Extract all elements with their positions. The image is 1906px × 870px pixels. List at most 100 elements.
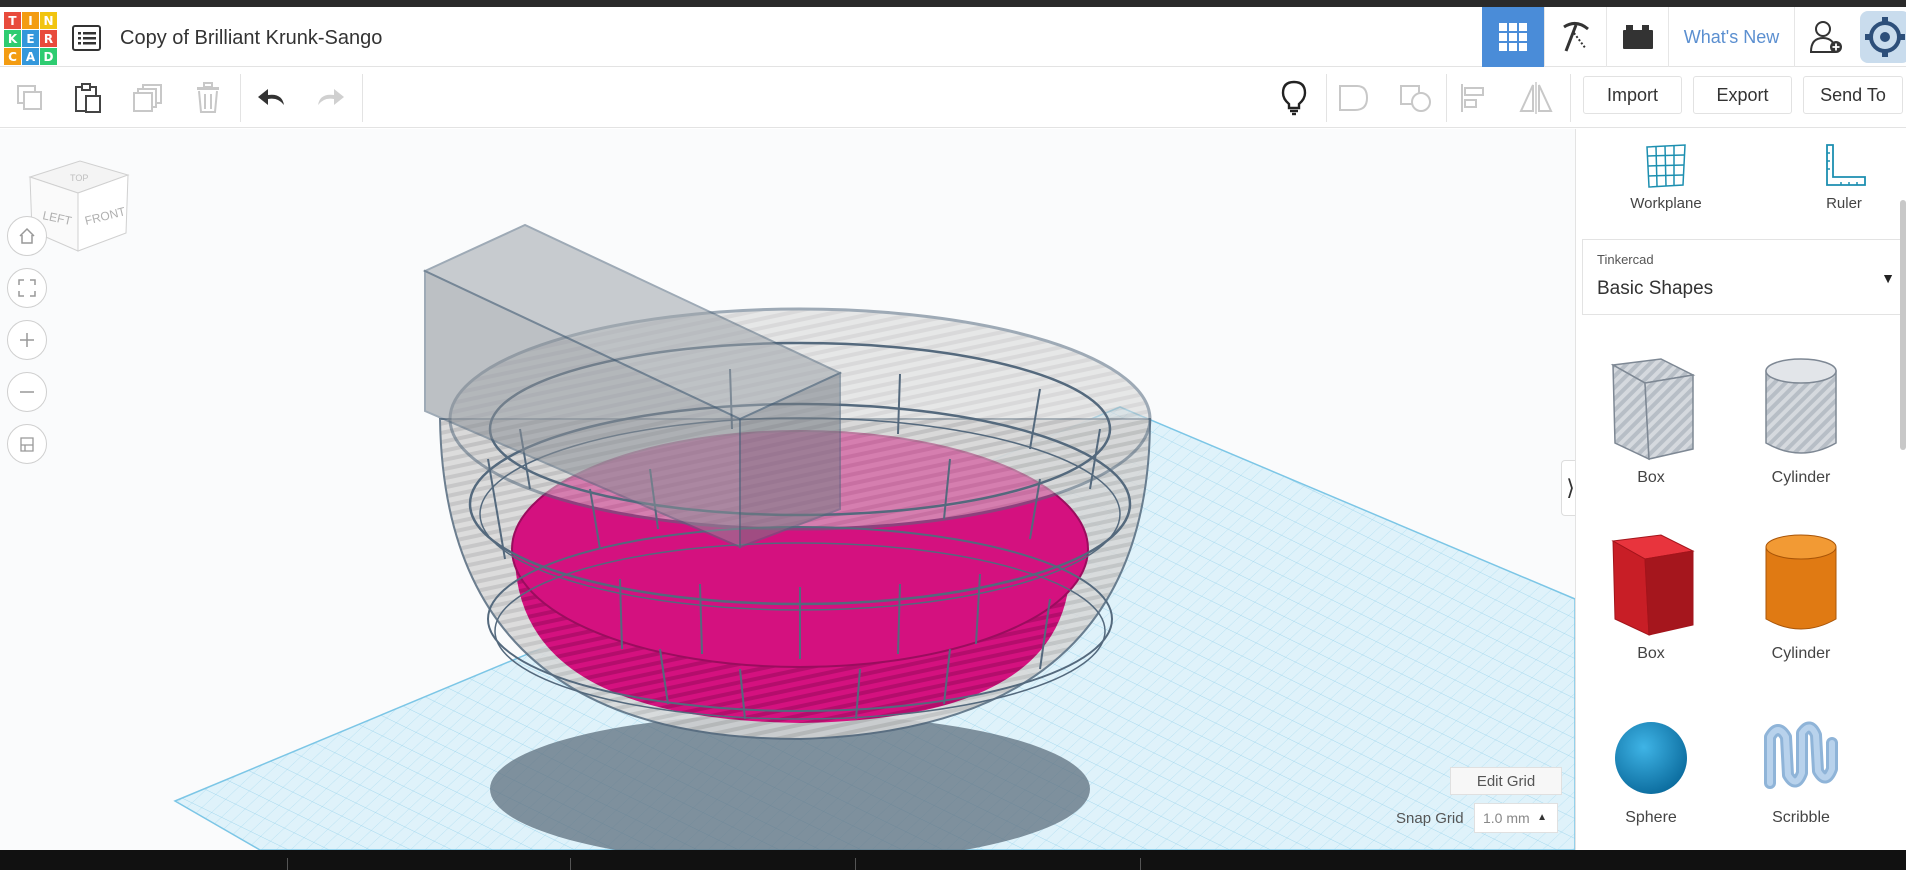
fit-icon: [18, 279, 36, 297]
group-icon: [1339, 85, 1369, 111]
brick-icon: [1622, 25, 1653, 49]
home-view-button[interactable]: [7, 216, 47, 256]
scribble-icon: [1764, 721, 1838, 789]
ruler-tool-label: Ruler: [1826, 195, 1862, 212]
toolbar-divider: [1570, 74, 1571, 122]
3d-viewport[interactable]: TOP LEFT FRONT ⟩ Edit Grid Snap Grid 1.0…: [0, 129, 1575, 850]
ruler-icon: [1826, 144, 1866, 186]
logo-letter: C: [4, 48, 21, 65]
delete-button[interactable]: [188, 78, 228, 118]
shape-cylinder[interactable]: Cylinder: [1736, 529, 1866, 663]
bricks-button[interactable]: [1606, 7, 1668, 67]
group-button[interactable]: [1334, 78, 1374, 118]
shape-label: Cylinder: [1771, 645, 1831, 662]
toolbar-divider: [1446, 74, 1447, 122]
sphere-icon: [1615, 722, 1687, 794]
workplane-tool-label: Workplane: [1630, 195, 1702, 212]
copy-icon: [17, 85, 42, 110]
redo-button[interactable]: [310, 78, 350, 118]
logo-letter: R: [40, 30, 57, 47]
whats-new-link[interactable]: What's New: [1668, 7, 1794, 67]
logo-letter: A: [22, 48, 39, 65]
snap-grid-value: 1.0 mm: [1483, 810, 1530, 826]
shape-label: Sphere: [1625, 809, 1677, 826]
align-button[interactable]: [1454, 78, 1494, 118]
undo-icon: [258, 89, 284, 105]
edit-grid-button[interactable]: Edit Grid: [1450, 767, 1562, 795]
perspective-button[interactable]: [7, 424, 47, 464]
caret-up-icon: ▲: [1537, 812, 1547, 823]
zoom-in-button[interactable]: [7, 320, 47, 360]
shape-library-select[interactable]: Tinkercad Basic Shapes ▼: [1582, 239, 1906, 315]
panel-scrollbar[interactable]: [1900, 200, 1906, 450]
ungroup-button[interactable]: [1396, 78, 1436, 118]
codeblocks-button[interactable]: [1544, 7, 1606, 67]
minus-icon: [20, 391, 34, 393]
3d-view-button[interactable]: [1482, 7, 1544, 67]
shape-sphere[interactable]: Sphere: [1586, 713, 1716, 827]
snap-grid-select[interactable]: 1.0 mm ▲: [1474, 803, 1558, 833]
logo-letter: I: [22, 12, 39, 29]
logo-letter: E: [22, 30, 39, 47]
invite-user-button[interactable]: [1794, 7, 1856, 67]
add-user-icon: [1809, 21, 1842, 53]
logo-letter: T: [4, 12, 21, 29]
import-button[interactable]: Import: [1583, 76, 1682, 114]
taskbar-divider: [287, 858, 288, 870]
taskbar-divider: [1140, 858, 1141, 870]
redo-icon: [318, 89, 344, 105]
send-to-button[interactable]: Send To: [1803, 76, 1903, 114]
shapes-panel: Workplane Ruler Tinkercad Basic Shapes ▼…: [1575, 129, 1906, 850]
zoom-out-button[interactable]: [7, 372, 47, 412]
shape-label: Box: [1637, 645, 1665, 662]
toolbar-divider: [1326, 74, 1327, 122]
toolbar-divider: [240, 74, 241, 122]
copy-button[interactable]: [10, 78, 50, 118]
align-icon: [1461, 84, 1484, 112]
user-avatar[interactable]: [1860, 11, 1906, 63]
ungroup-icon: [1400, 85, 1431, 112]
workplane-icon: [1646, 144, 1686, 188]
viewcube-top-label: TOP: [70, 173, 88, 183]
app-header: TIN KER CAD Copy of Brilliant Krunk-Sango: [0, 7, 1906, 67]
shape-label: Scribble: [1772, 809, 1830, 826]
library-source: Tinkercad: [1597, 252, 1654, 267]
shape-box[interactable]: Box: [1586, 529, 1716, 663]
cylinder-icon: [1765, 534, 1837, 630]
taskbar-divider: [855, 858, 856, 870]
notes-button[interactable]: [1274, 78, 1314, 118]
mirror-button[interactable]: [1516, 78, 1556, 118]
paste-button[interactable]: [68, 78, 108, 118]
shape-cylinder-hole[interactable]: Cylinder: [1736, 353, 1866, 487]
shape-box-hole[interactable]: Box: [1586, 353, 1716, 487]
logo-letter: K: [4, 30, 21, 47]
home-icon: [19, 227, 35, 244]
trash-icon: [197, 82, 219, 113]
tinkercad-logo[interactable]: TIN KER CAD: [4, 12, 58, 66]
design-title[interactable]: Copy of Brilliant Krunk-Sango: [120, 27, 382, 50]
export-button[interactable]: Export: [1693, 76, 1792, 114]
workplane-tool[interactable]: Workplane: [1606, 139, 1726, 212]
shape-scribble[interactable]: Scribble: [1736, 713, 1866, 827]
box-hole-icon: [1610, 358, 1696, 461]
grid-view-icon: [1499, 23, 1527, 51]
design-list-icon[interactable]: [72, 24, 102, 52]
paste-icon: [75, 83, 101, 113]
duplicate-icon: [133, 84, 162, 112]
lightbulb-icon: [1281, 80, 1307, 116]
duplicate-button[interactable]: [128, 78, 168, 118]
shape-label: Box: [1637, 469, 1665, 486]
library-name: Basic Shapes: [1597, 278, 1714, 299]
dropdown-caret-icon: ▼: [1881, 270, 1895, 286]
taskbar-divider: [570, 858, 571, 870]
collapse-panel-button[interactable]: ⟩: [1561, 460, 1575, 516]
toolbar-divider: [362, 74, 363, 122]
edit-toolbar: Import Export Send To: [0, 68, 1906, 128]
undo-button[interactable]: [252, 78, 292, 118]
box-icon: [1611, 534, 1695, 636]
ruler-tool[interactable]: Ruler: [1784, 139, 1904, 212]
pickaxe-icon: [1562, 22, 1589, 52]
fit-view-button[interactable]: [7, 268, 47, 308]
taskbar: [0, 850, 1906, 870]
scene-canvas[interactable]: TOP LEFT FRONT: [0, 129, 1575, 850]
